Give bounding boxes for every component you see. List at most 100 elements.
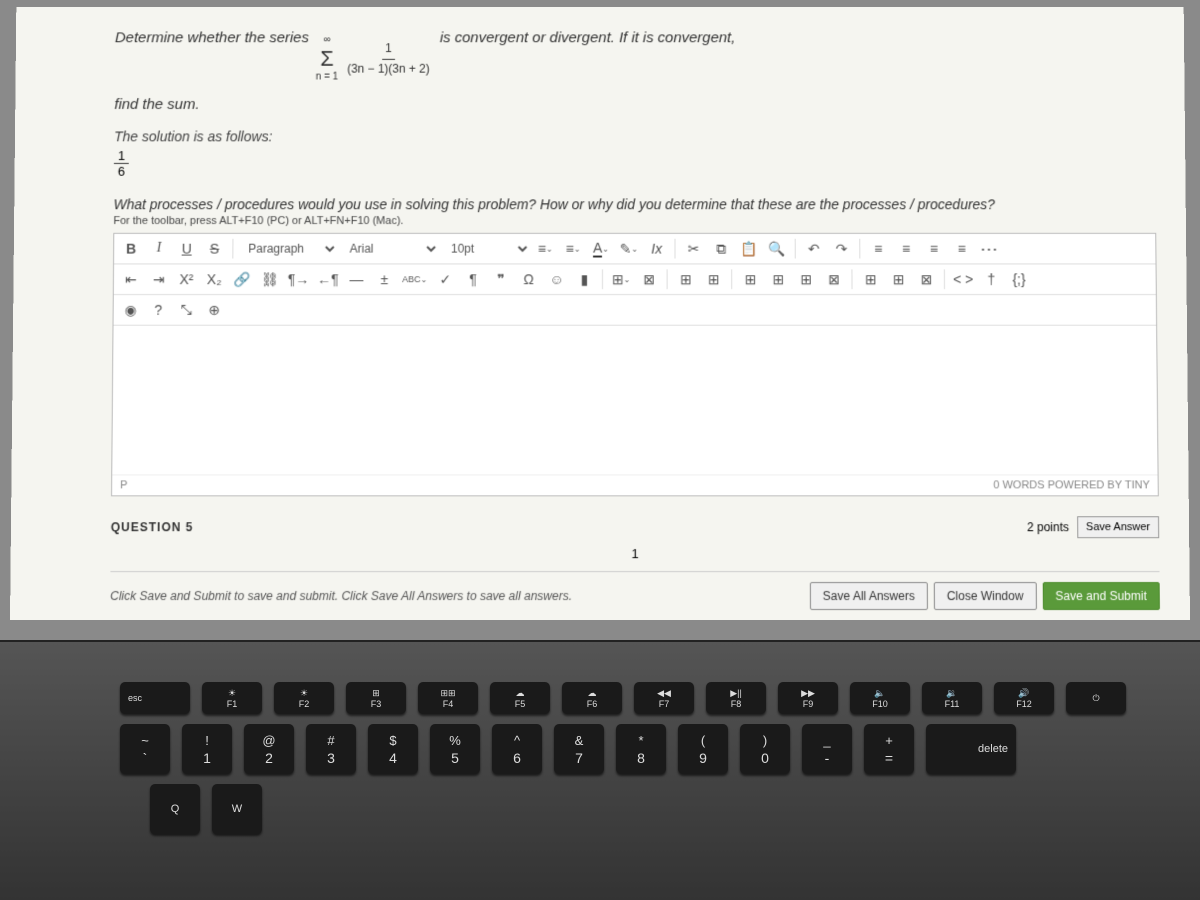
outdent-button[interactable]: ⇤ (118, 266, 144, 292)
question-line-1: Determine whether the series ∞ Σ n = 1 1… (115, 27, 1155, 86)
hr-button[interactable]: — (344, 266, 370, 292)
anchor-button[interactable]: ▮ (571, 266, 597, 292)
bullet-list-button[interactable]: ≡ ⌄ (532, 236, 558, 262)
copy-button[interactable]: ⧉ (708, 236, 734, 262)
block-format-select[interactable]: Paragraph (238, 237, 337, 261)
link-button[interactable]: 🔗 (229, 266, 255, 292)
special-char-button[interactable]: Ω (516, 266, 542, 292)
save-answer-button[interactable]: Save Answer (1077, 516, 1159, 538)
cell-delete-button[interactable]: ⊠ (913, 266, 939, 292)
key-f3: ⊞F3 (346, 682, 406, 714)
highlight-button[interactable]: ✎ ⌄ (616, 236, 642, 262)
undo-button[interactable]: ↶ (801, 236, 827, 262)
table-props-button[interactable]: ⊠ (821, 266, 847, 292)
key-0: )0 (740, 724, 790, 774)
table-delete-button[interactable]: ⊠ (636, 266, 662, 292)
preview-button[interactable]: ◉ (118, 297, 144, 323)
key-f6: ☁F6 (562, 682, 622, 714)
insert-row-below-button[interactable]: ⊞ (701, 266, 727, 292)
toolbar-row-3: ◉ ? ⤡ ⊕ (114, 295, 1157, 326)
close-window-button[interactable]: Close Window (934, 582, 1037, 610)
key-3: #3 (306, 724, 356, 774)
key-q: Q (150, 784, 200, 834)
code-sample-button[interactable]: {;} (1006, 266, 1032, 292)
key-f4: ⊞⊞F4 (418, 682, 478, 714)
underline-button[interactable]: U (174, 236, 200, 262)
nbsp-button[interactable]: ± (371, 266, 397, 292)
key-f12: 🔊F12 (994, 682, 1054, 714)
clear-format-button[interactable]: Ix (644, 236, 670, 262)
spellcheck-button[interactable]: ABC ⌄ (399, 266, 430, 292)
solution-label: The solution is as follows: (114, 129, 1155, 145)
key-minus: _- (802, 724, 852, 774)
key-2: @2 (244, 724, 294, 774)
laptop-keyboard: esc ☀F1 ☀F2 ⊞F3 ⊞⊞F4 ☁F5 ☁F6 ◀◀F7 ▶||F8 … (0, 640, 1200, 900)
search-button[interactable]: 🔍 (764, 236, 790, 262)
key-7: &7 (554, 724, 604, 774)
editor-content-area[interactable] (112, 326, 1157, 475)
subquestion-text: What processes / procedures would you us… (113, 196, 1156, 212)
insert-col-right-button[interactable]: ⊞ (765, 266, 791, 292)
code-view-button[interactable]: < > (950, 266, 976, 292)
align-center-button[interactable]: ≡ (893, 236, 919, 262)
cell-props-button[interactable]: ⊞ (886, 266, 912, 292)
italic-button[interactable]: I (146, 236, 172, 262)
key-f5: ☁F5 (490, 682, 550, 714)
key-9: (9 (678, 724, 728, 774)
cell-insert-button[interactable]: ⊞ (858, 266, 884, 292)
key-f7: ◀◀F7 (634, 682, 694, 714)
font-family-select[interactable]: Arial (340, 237, 439, 261)
number-list-button[interactable]: ≡ ⌄ (560, 236, 586, 262)
redo-button[interactable]: ↷ (828, 236, 854, 262)
add-button[interactable]: ⊕ (201, 297, 227, 323)
strike-button[interactable]: S (202, 236, 228, 262)
indent-button[interactable]: ⇥ (146, 266, 172, 292)
fullscreen-button[interactable]: ⤡ (173, 297, 199, 323)
checkmark-button[interactable]: ✓ (432, 266, 458, 292)
emoji-button[interactable]: ☺ (544, 266, 570, 292)
question-line-2: find the sum. (114, 93, 1155, 117)
merge-cells-button[interactable]: ⊞ (793, 266, 819, 292)
toolbar-hint: For the toolbar, press ALT+F10 (PC) or A… (113, 215, 1156, 227)
paragraph-button[interactable]: ¶ (460, 266, 486, 292)
toolbar-row-2: ⇤ ⇥ X² X₂ 🔗 ⛓ ¶→ ←¶ — ± ABC ⌄ ✓ ¶ ❞ Ω ☺ … (114, 264, 1156, 295)
key-delete: delete (926, 724, 1016, 774)
submit-hint: Click Save and Submit to save and submit… (110, 589, 572, 603)
editor-footer: P 0 WORDS POWERED BY TINY (112, 474, 1158, 495)
key-8: *8 (616, 724, 666, 774)
rtl-button[interactable]: ←¶ (314, 266, 341, 292)
insert-row-above-button[interactable]: ⊞ (673, 266, 699, 292)
subscript-button[interactable]: X₂ (201, 266, 227, 292)
help-button[interactable]: ? (145, 297, 171, 323)
key-f9: ▶▶F9 (778, 682, 838, 714)
key-f10: 🔈F10 (850, 682, 910, 714)
blockquote-button[interactable]: ❞ (488, 266, 514, 292)
bold-button[interactable]: B (118, 236, 144, 262)
text-color-button[interactable]: A ⌄ (588, 236, 614, 262)
key-tilde: ~` (120, 724, 170, 774)
save-all-answers-button[interactable]: Save All Answers (810, 582, 928, 610)
paste-button[interactable]: 📋 (736, 236, 762, 262)
key-f2: ☀F2 (274, 682, 334, 714)
editor-path[interactable]: P (120, 479, 127, 491)
more-button[interactable]: ⋯ (976, 236, 1002, 262)
editor-wordcount: 0 WORDS POWERED BY TINY (993, 479, 1149, 491)
font-size-select[interactable]: 10pt (441, 237, 530, 261)
accessibility-button[interactable]: † (978, 266, 1004, 292)
align-justify-button[interactable]: ≡ (949, 236, 975, 262)
align-left-button[interactable]: ≡ (865, 236, 891, 262)
q5-number: 1 (111, 546, 1160, 561)
ltr-button[interactable]: ¶→ (285, 266, 313, 292)
superscript-button[interactable]: X² (173, 266, 199, 292)
key-f8: ▶||F8 (706, 682, 766, 714)
key-esc: esc (120, 682, 190, 714)
insert-col-left-button[interactable]: ⊞ (737, 266, 763, 292)
cut-button[interactable]: ✂ (680, 236, 706, 262)
question-5-points: 2 points (1027, 520, 1069, 534)
solution-value: 1 6 (114, 148, 129, 178)
key-f1: ☀F1 (202, 682, 262, 714)
unlink-button[interactable]: ⛓ (257, 266, 283, 292)
table-button[interactable]: ⊞ ⌄ (608, 266, 634, 292)
save-and-submit-button[interactable]: Save and Submit (1042, 582, 1160, 610)
align-right-button[interactable]: ≡ (921, 236, 947, 262)
